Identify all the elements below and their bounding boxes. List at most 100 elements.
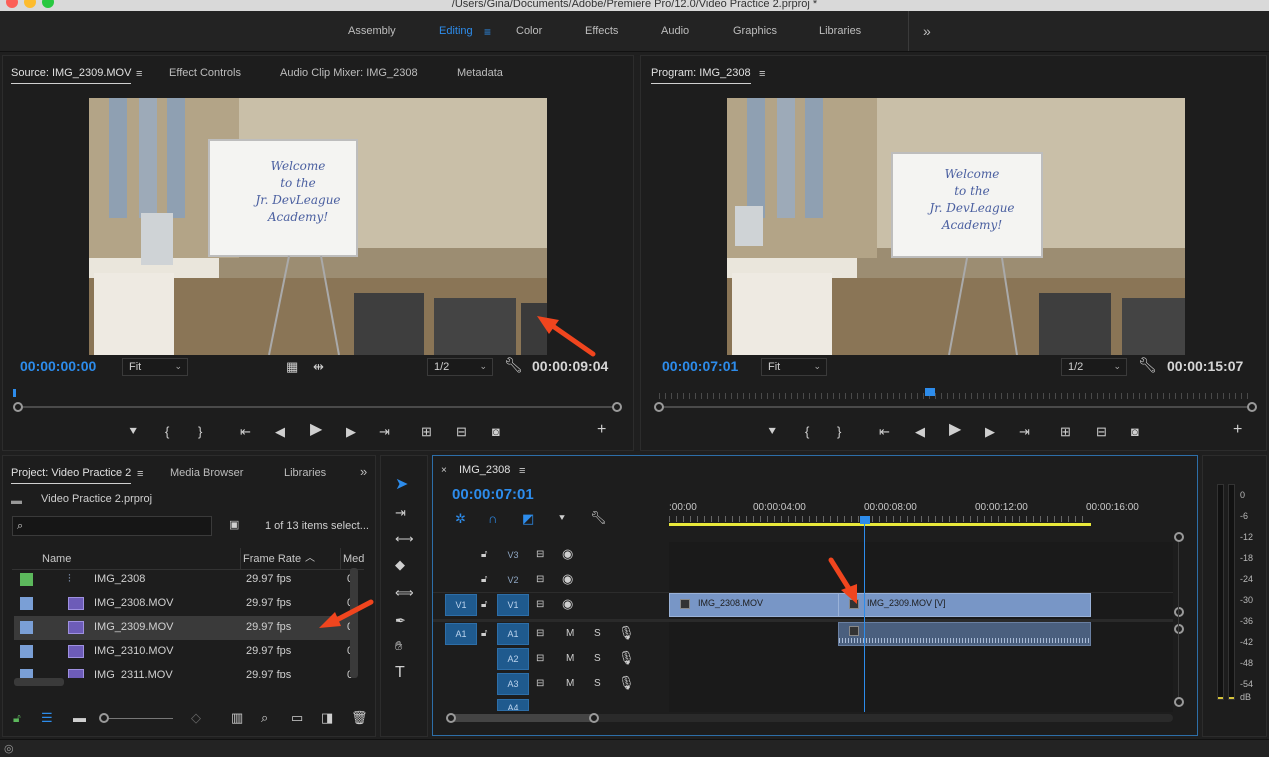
video-clip[interactable]: IMG_2308.MOV [669, 593, 839, 617]
list-item[interactable]: IMG_2308.MOV 29.97 fps 0 [14, 592, 354, 616]
sync-lock-icon[interactable]: ⊟ [536, 627, 544, 641]
list-view-icon[interactable]: ☰ [41, 711, 53, 725]
slip-tool-icon[interactable]: ⟺ [395, 586, 414, 600]
close-icon[interactable]: × [441, 464, 447, 478]
trash-icon[interactable]: 🗑︎ [351, 711, 368, 725]
wrench-icon[interactable]: 🔧︎ [590, 511, 607, 525]
panel-menu-icon[interactable]: ≡ [519, 464, 525, 478]
sync-lock-icon[interactable]: ⊟ [536, 573, 544, 587]
list-item[interactable]: IMG_2310.MOV 29.97 fps 0 [14, 640, 354, 664]
ripple-edit-tool-icon[interactable]: ⟷ [395, 532, 414, 546]
lock-icon[interactable]: 🔓︎ [481, 573, 487, 587]
zoom-right-handle[interactable] [589, 713, 599, 723]
overwrite-icon[interactable]: ⊟ [456, 425, 467, 439]
play-icon[interactable]: ▶︎ [949, 422, 961, 438]
camera-icon[interactable]: ◙ [492, 425, 500, 439]
column-name[interactable]: Name [42, 553, 71, 565]
settings-icon[interactable]: ▦ [286, 360, 298, 374]
workspace-color[interactable]: Color [516, 25, 542, 37]
source-patch-v1[interactable]: V1 [445, 594, 477, 616]
program-scrub-bar[interactable] [659, 406, 1253, 408]
type-tool-icon[interactable]: T [395, 665, 405, 681]
microphone-icon[interactable]: 🎙︎ [618, 626, 635, 640]
lock-icon[interactable]: 🔓︎ [481, 598, 487, 612]
sync-lock-icon[interactable]: ⊟ [536, 548, 544, 562]
find-icon[interactable]: ⌕ [261, 711, 268, 725]
track-target-v3[interactable]: V3 [497, 544, 529, 566]
lift-icon[interactable]: ⊞ [1060, 425, 1071, 439]
scrollbar-thumb[interactable] [451, 714, 594, 722]
horizontal-scrollbar[interactable] [14, 678, 64, 686]
go-to-in-icon[interactable]: ⇤ [879, 425, 890, 439]
source-resolution-select[interactable]: 1/2 ⌄ [427, 358, 493, 376]
lock-icon[interactable]: 🔓︎ [481, 548, 487, 562]
sort-icons-icon[interactable]: ◇ [191, 711, 201, 725]
new-item-icon[interactable]: ◨ [321, 711, 333, 725]
panel-menu-icon[interactable]: ≡ [759, 67, 765, 81]
time-ruler[interactable]: :00:00 00:00:04:00 00:00:08:00 00:00:12:… [669, 500, 1179, 526]
track-target-a1[interactable]: A1 [497, 623, 529, 645]
source-video-frame[interactable]: Welcome to the Jr. DevLeague Academy! [89, 98, 547, 355]
wrench-icon[interactable]: 🔧︎ [504, 358, 523, 373]
pen-tool-icon[interactable]: ✒︎ [395, 614, 406, 628]
go-to-out-icon[interactable]: ⇥ [1019, 425, 1030, 439]
mute-button[interactable]: M [566, 678, 574, 689]
eye-icon[interactable]: ◉ [562, 597, 573, 611]
list-item[interactable]: IMG_2311.MOV 29.97 fps 0 [14, 664, 354, 678]
wrench-icon[interactable]: 🔧︎ [1138, 358, 1157, 373]
program-in-handle[interactable] [654, 402, 664, 412]
go-to-out-icon[interactable]: ⇥ [379, 425, 390, 439]
new-bin-from-search-icon[interactable]: ▣ [229, 518, 239, 532]
vertical-zoom-handle[interactable] [1174, 607, 1184, 617]
workspace-editing[interactable]: Editing [439, 25, 473, 37]
microphone-icon[interactable]: 🎙︎ [618, 676, 635, 690]
mark-out-icon[interactable]: } [837, 425, 841, 439]
mute-button[interactable]: M [566, 653, 574, 664]
lock-icon[interactable]: 🔓︎ [481, 627, 487, 641]
track-target-a2[interactable]: A2 [497, 648, 529, 670]
microphone-icon[interactable]: 🎙︎ [618, 651, 635, 665]
tab-source[interactable]: Source: IMG_2309.MOV [11, 67, 132, 84]
automate-to-sequence-icon[interactable]: ▥ [231, 711, 243, 725]
program-resolution-select[interactable]: 1/2 ⌄ [1061, 358, 1127, 376]
solo-button[interactable]: S [594, 628, 601, 639]
panel-menu-icon[interactable]: ≡ [137, 467, 143, 481]
source-zoom-select[interactable]: Fit ⌄ [122, 358, 188, 376]
source-playhead[interactable] [13, 389, 16, 397]
icon-view-icon[interactable]: ▬ [73, 711, 86, 725]
camera-icon[interactable]: ◙ [1131, 425, 1139, 439]
razor-tool-icon[interactable]: ◆ [395, 558, 405, 572]
sync-lock-icon[interactable]: ⊟ [536, 598, 544, 612]
tab-media-browser[interactable]: Media Browser [170, 467, 243, 479]
new-bin-icon[interactable]: ▭ [291, 711, 303, 725]
mark-out-icon[interactable]: } [198, 425, 202, 439]
column-frame-rate[interactable]: Frame Rate [243, 553, 301, 565]
vertical-zoom-handle[interactable] [1174, 532, 1184, 542]
sync-lock-icon[interactable]: ⊟ [536, 652, 544, 666]
workspace-assembly[interactable]: Assembly [348, 25, 396, 37]
step-back-icon[interactable]: ◀︎ [275, 425, 285, 439]
timeline-timecode[interactable]: 00:00:07:01 [452, 486, 534, 503]
tab-metadata[interactable]: Metadata [457, 67, 503, 79]
vertical-zoom-handle[interactable] [1174, 697, 1184, 707]
program-playhead[interactable] [925, 388, 935, 396]
workspace-menu-icon[interactable]: ≡ [484, 25, 491, 39]
program-zoom-select[interactable]: Fit ⌄ [761, 358, 827, 376]
tab-program[interactable]: Program: IMG_2308 [651, 67, 751, 84]
track-target-a3[interactable]: A3 [497, 673, 529, 695]
step-forward-icon[interactable]: ▶︎ [346, 425, 356, 439]
work-area-bar[interactable] [669, 523, 1091, 526]
add-marker-icon[interactable]: ⯆ [128, 425, 138, 439]
vertical-scroll-track[interactable] [1178, 542, 1179, 697]
workspace-graphics[interactable]: Graphics [733, 25, 777, 37]
sync-lock-icon[interactable]: ⊟ [536, 677, 544, 691]
timeline-playhead-handle[interactable] [860, 516, 870, 524]
solo-button[interactable]: S [594, 678, 601, 689]
track-target-a4[interactable]: A4 [497, 699, 529, 711]
track-target-v2[interactable]: V2 [497, 569, 529, 591]
workspace-audio[interactable]: Audio [661, 25, 689, 37]
tab-effect-controls[interactable]: Effect Controls [169, 67, 241, 79]
insert-icon[interactable]: ⊞ [421, 425, 432, 439]
step-back-icon[interactable]: ◀︎ [915, 425, 925, 439]
eye-icon[interactable]: ◉ [562, 547, 573, 561]
